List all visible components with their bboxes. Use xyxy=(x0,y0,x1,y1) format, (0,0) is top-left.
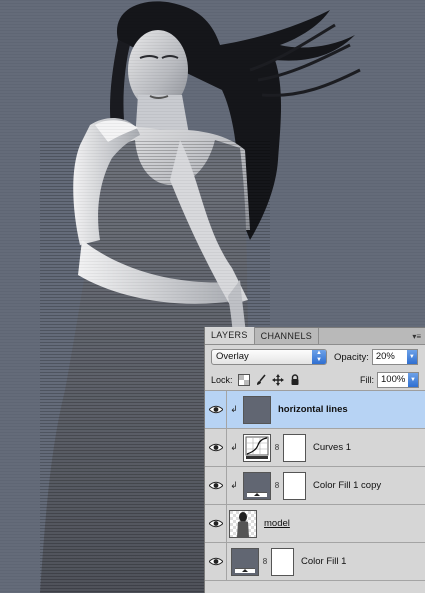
lock-label: Lock: xyxy=(211,374,233,385)
panel-menu-icon[interactable]: ▾≡ xyxy=(412,332,421,341)
layer-row[interactable]: model xyxy=(205,504,425,543)
color-fill-thumbnail[interactable] xyxy=(231,547,259,576)
layer-thumbnail[interactable] xyxy=(243,395,271,424)
chevron-down-icon[interactable]: ▼ xyxy=(406,350,417,364)
layer-row[interactable]: ↲ horizontal lines xyxy=(205,390,425,429)
eye-icon[interactable] xyxy=(205,466,227,505)
chevron-up-down-icon: ▲ ▼ xyxy=(312,350,326,364)
eye-icon[interactable] xyxy=(205,390,227,429)
opacity-field[interactable]: 20% ▼ xyxy=(371,349,418,365)
clipping-arrow-icon: ↲ xyxy=(230,404,238,414)
layer-mask-thumbnail[interactable] xyxy=(271,547,294,576)
eye-icon[interactable] xyxy=(205,504,227,543)
move-icon[interactable] xyxy=(271,373,284,386)
fill-value: 100% xyxy=(381,373,406,385)
tab-channels[interactable]: CHANNELS xyxy=(255,328,320,344)
curves-thumbnail-icon[interactable] xyxy=(243,433,271,462)
blend-mode-value: Overlay xyxy=(216,351,249,362)
link-icon[interactable]: 8 xyxy=(261,557,269,566)
lock-transparency-icon[interactable] xyxy=(237,373,250,386)
color-fill-thumbnail[interactable] xyxy=(243,471,271,500)
layer-name[interactable]: Color Fill 1 copy xyxy=(313,480,381,491)
lock-icon[interactable] xyxy=(289,373,301,386)
layer-name[interactable]: model xyxy=(264,518,290,529)
chevron-down-icon[interactable]: ▼ xyxy=(408,372,418,387)
layer-name[interactable]: Color Fill 1 xyxy=(301,556,346,567)
link-icon[interactable]: 8 xyxy=(273,481,281,490)
fill-field[interactable]: 100% ▼ xyxy=(377,371,419,388)
layer-row[interactable]: ↲ 8 Color Fill 1 copy xyxy=(205,466,425,505)
layer-mask-thumbnail[interactable] xyxy=(283,471,306,500)
layer-name[interactable]: Curves 1 xyxy=(313,442,351,453)
clipping-arrow-icon: ↲ xyxy=(230,480,238,490)
lock-row: Lock: Fill: 100% ▼ xyxy=(205,369,425,391)
layer-name[interactable]: horizontal lines xyxy=(278,404,348,415)
layer-row[interactable]: ↲ 8 Curves 1 xyxy=(205,428,425,467)
blend-mode-select[interactable]: Overlay ▲ ▼ xyxy=(211,349,327,365)
layers-list: ↲ horizontal lines ↲ 8 Curves 1 ↲ 8 Colo… xyxy=(205,390,425,581)
model-thumbnail[interactable] xyxy=(229,509,257,538)
brush-icon[interactable] xyxy=(255,373,267,386)
tab-layers[interactable]: LAYERS xyxy=(205,327,255,344)
clipping-arrow-icon: ↲ xyxy=(230,442,238,452)
opacity-label: Opacity: xyxy=(334,351,369,363)
eye-icon[interactable] xyxy=(205,428,227,467)
fill-label: Fill: xyxy=(360,374,374,385)
eye-icon[interactable] xyxy=(205,542,227,581)
opacity-value: 20% xyxy=(375,351,395,362)
blend-row: Overlay ▲ ▼ Opacity: 20% ▼ xyxy=(205,345,425,369)
link-icon[interactable]: 8 xyxy=(273,443,281,452)
layers-panel: LAYERS CHANNELS ▾≡ Overlay ▲ ▼ Opacity: 2… xyxy=(204,327,425,593)
layer-row[interactable]: 8 Color Fill 1 xyxy=(205,542,425,581)
layer-mask-thumbnail[interactable] xyxy=(283,433,306,462)
panel-tabbar: LAYERS CHANNELS ▾≡ xyxy=(205,327,425,345)
